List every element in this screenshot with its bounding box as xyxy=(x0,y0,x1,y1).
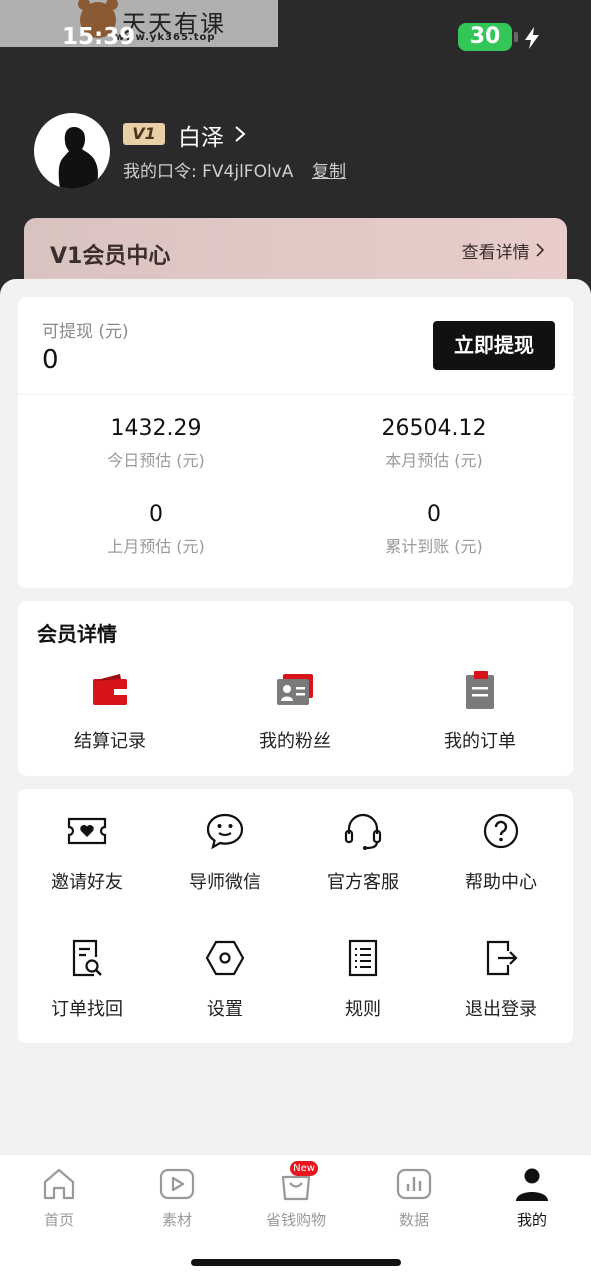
logout-button[interactable]: 退出登录 xyxy=(432,937,570,1021)
tab-data-label: 数据 xyxy=(398,1211,429,1229)
logout-label: 退出登录 xyxy=(465,999,537,1020)
withdraw-button[interactable]: 立即提现 xyxy=(433,321,555,370)
rules-label: 规则 xyxy=(345,999,381,1020)
user-name[interactable]: 白泽 xyxy=(178,118,224,152)
order-recovery-label: 订单找回 xyxy=(51,999,123,1020)
profile-header: 天天有课 www.yk365.top 15:39 30 V1 白泽 我的口令: … xyxy=(0,0,591,300)
watermark: 天天有课 www.yk365.top xyxy=(0,0,278,47)
invite-friends-label: 邀请好友 xyxy=(51,872,123,893)
stat-label: 今日预估 (元) xyxy=(107,451,205,470)
new-badge: New xyxy=(290,1161,318,1176)
user-icon xyxy=(516,1168,548,1201)
my-orders-button[interactable]: 我的订单 xyxy=(405,671,555,753)
tab-data[interactable]: 数据 xyxy=(369,1165,459,1230)
settlement-records-label: 结算记录 xyxy=(74,731,146,752)
tab-mine-label: 我的 xyxy=(516,1211,547,1229)
stat-label: 累计到账 (元) xyxy=(385,537,483,556)
invite-friends-button[interactable]: 邀请好友 xyxy=(18,810,156,894)
home-icon xyxy=(43,1168,75,1200)
chevron-right-icon[interactable] xyxy=(232,124,248,144)
chevron-right-icon xyxy=(536,243,545,257)
vip-level-badge: V1 xyxy=(123,123,165,145)
member-details-card: 会员详情 结算记录 我的粉丝 我的订单 xyxy=(18,601,573,776)
settings-label: 设置 xyxy=(207,999,243,1020)
divider xyxy=(18,394,573,395)
stat-value: 0 xyxy=(427,502,441,527)
document-search-icon xyxy=(72,939,102,977)
invite-code: 我的口令: FV4jlFOlvA xyxy=(123,162,294,182)
stat-today: 1432.29 今日预估 (元) xyxy=(56,416,256,471)
tab-mine[interactable]: 我的 xyxy=(487,1165,577,1230)
avatar-silhouette-icon xyxy=(58,127,98,189)
bar-chart-icon xyxy=(396,1168,432,1200)
logout-icon xyxy=(486,940,518,976)
help-center-button[interactable]: 帮助中心 xyxy=(432,810,570,894)
copy-button[interactable]: 复制 xyxy=(312,157,346,182)
my-orders-label: 我的订单 xyxy=(444,731,516,752)
battery-indicator: 30 xyxy=(458,23,512,51)
help-center-label: 帮助中心 xyxy=(465,872,537,893)
earnings-card: 可提现 (元) 0 立即提现 1432.29 今日预估 (元) 26504.12… xyxy=(18,297,573,588)
stat-value: 1432.29 xyxy=(110,416,202,441)
rules-list-icon xyxy=(348,939,378,977)
stat-label: 上月预估 (元) xyxy=(107,537,205,556)
rules-button[interactable]: 规则 xyxy=(294,937,432,1021)
order-clipboard-icon xyxy=(466,671,494,709)
withdraw-label: 可提现 (元) xyxy=(42,322,129,342)
headset-icon xyxy=(344,813,382,850)
tab-home-label: 首页 xyxy=(43,1211,74,1229)
stat-last-month: 0 上月预估 (元) xyxy=(56,502,256,557)
home-indicator xyxy=(191,1259,401,1266)
fans-card-icon xyxy=(277,674,313,705)
customer-service-button[interactable]: 官方客服 xyxy=(294,810,432,894)
mentor-wechat-label: 导师微信 xyxy=(189,872,261,893)
help-circle-icon xyxy=(483,813,519,849)
settings-hexagon-icon xyxy=(205,940,245,976)
stat-month: 26504.12 本月预估 (元) xyxy=(334,416,534,471)
customer-service-label: 官方客服 xyxy=(327,872,399,893)
tab-materials-label: 素材 xyxy=(161,1211,192,1229)
tab-home[interactable]: 首页 xyxy=(14,1165,104,1230)
stat-total: 0 累计到账 (元) xyxy=(334,502,534,557)
vip-details-link[interactable]: 查看详情 xyxy=(462,238,545,263)
charging-bolt-icon xyxy=(525,27,539,49)
stat-value: 26504.12 xyxy=(381,416,487,441)
stat-label: 本月预估 (元) xyxy=(385,451,483,470)
avatar[interactable] xyxy=(34,113,110,189)
wallet-icon xyxy=(93,674,127,705)
withdraw-amount: 0 xyxy=(42,345,59,375)
member-section-title: 会员详情 xyxy=(37,622,117,646)
order-recovery-button[interactable]: 订单找回 xyxy=(18,937,156,1021)
status-time: 15:39 xyxy=(62,24,136,50)
services-grid-card: 邀请好友 导师微信 官方客服 帮助中心 订单找回 设置 规则 退出登录 xyxy=(18,789,573,1043)
settlement-records-button[interactable]: 结算记录 xyxy=(35,671,185,753)
settings-button[interactable]: 设置 xyxy=(156,937,294,1021)
vip-center-title: V1会员中心 xyxy=(50,244,171,269)
chat-bubble-icon xyxy=(206,813,244,850)
tab-materials[interactable]: 素材 xyxy=(132,1165,222,1230)
my-fans-label: 我的粉丝 xyxy=(259,731,331,752)
mentor-wechat-button[interactable]: 导师微信 xyxy=(156,810,294,894)
ticket-heart-icon xyxy=(67,817,107,845)
my-fans-button[interactable]: 我的粉丝 xyxy=(220,671,370,753)
stat-value: 0 xyxy=(149,502,163,527)
battery-tip xyxy=(514,32,518,42)
play-icon xyxy=(159,1168,195,1200)
tab-shopping-label: 省钱购物 xyxy=(265,1211,326,1229)
vip-details-label: 查看详情 xyxy=(461,243,530,263)
